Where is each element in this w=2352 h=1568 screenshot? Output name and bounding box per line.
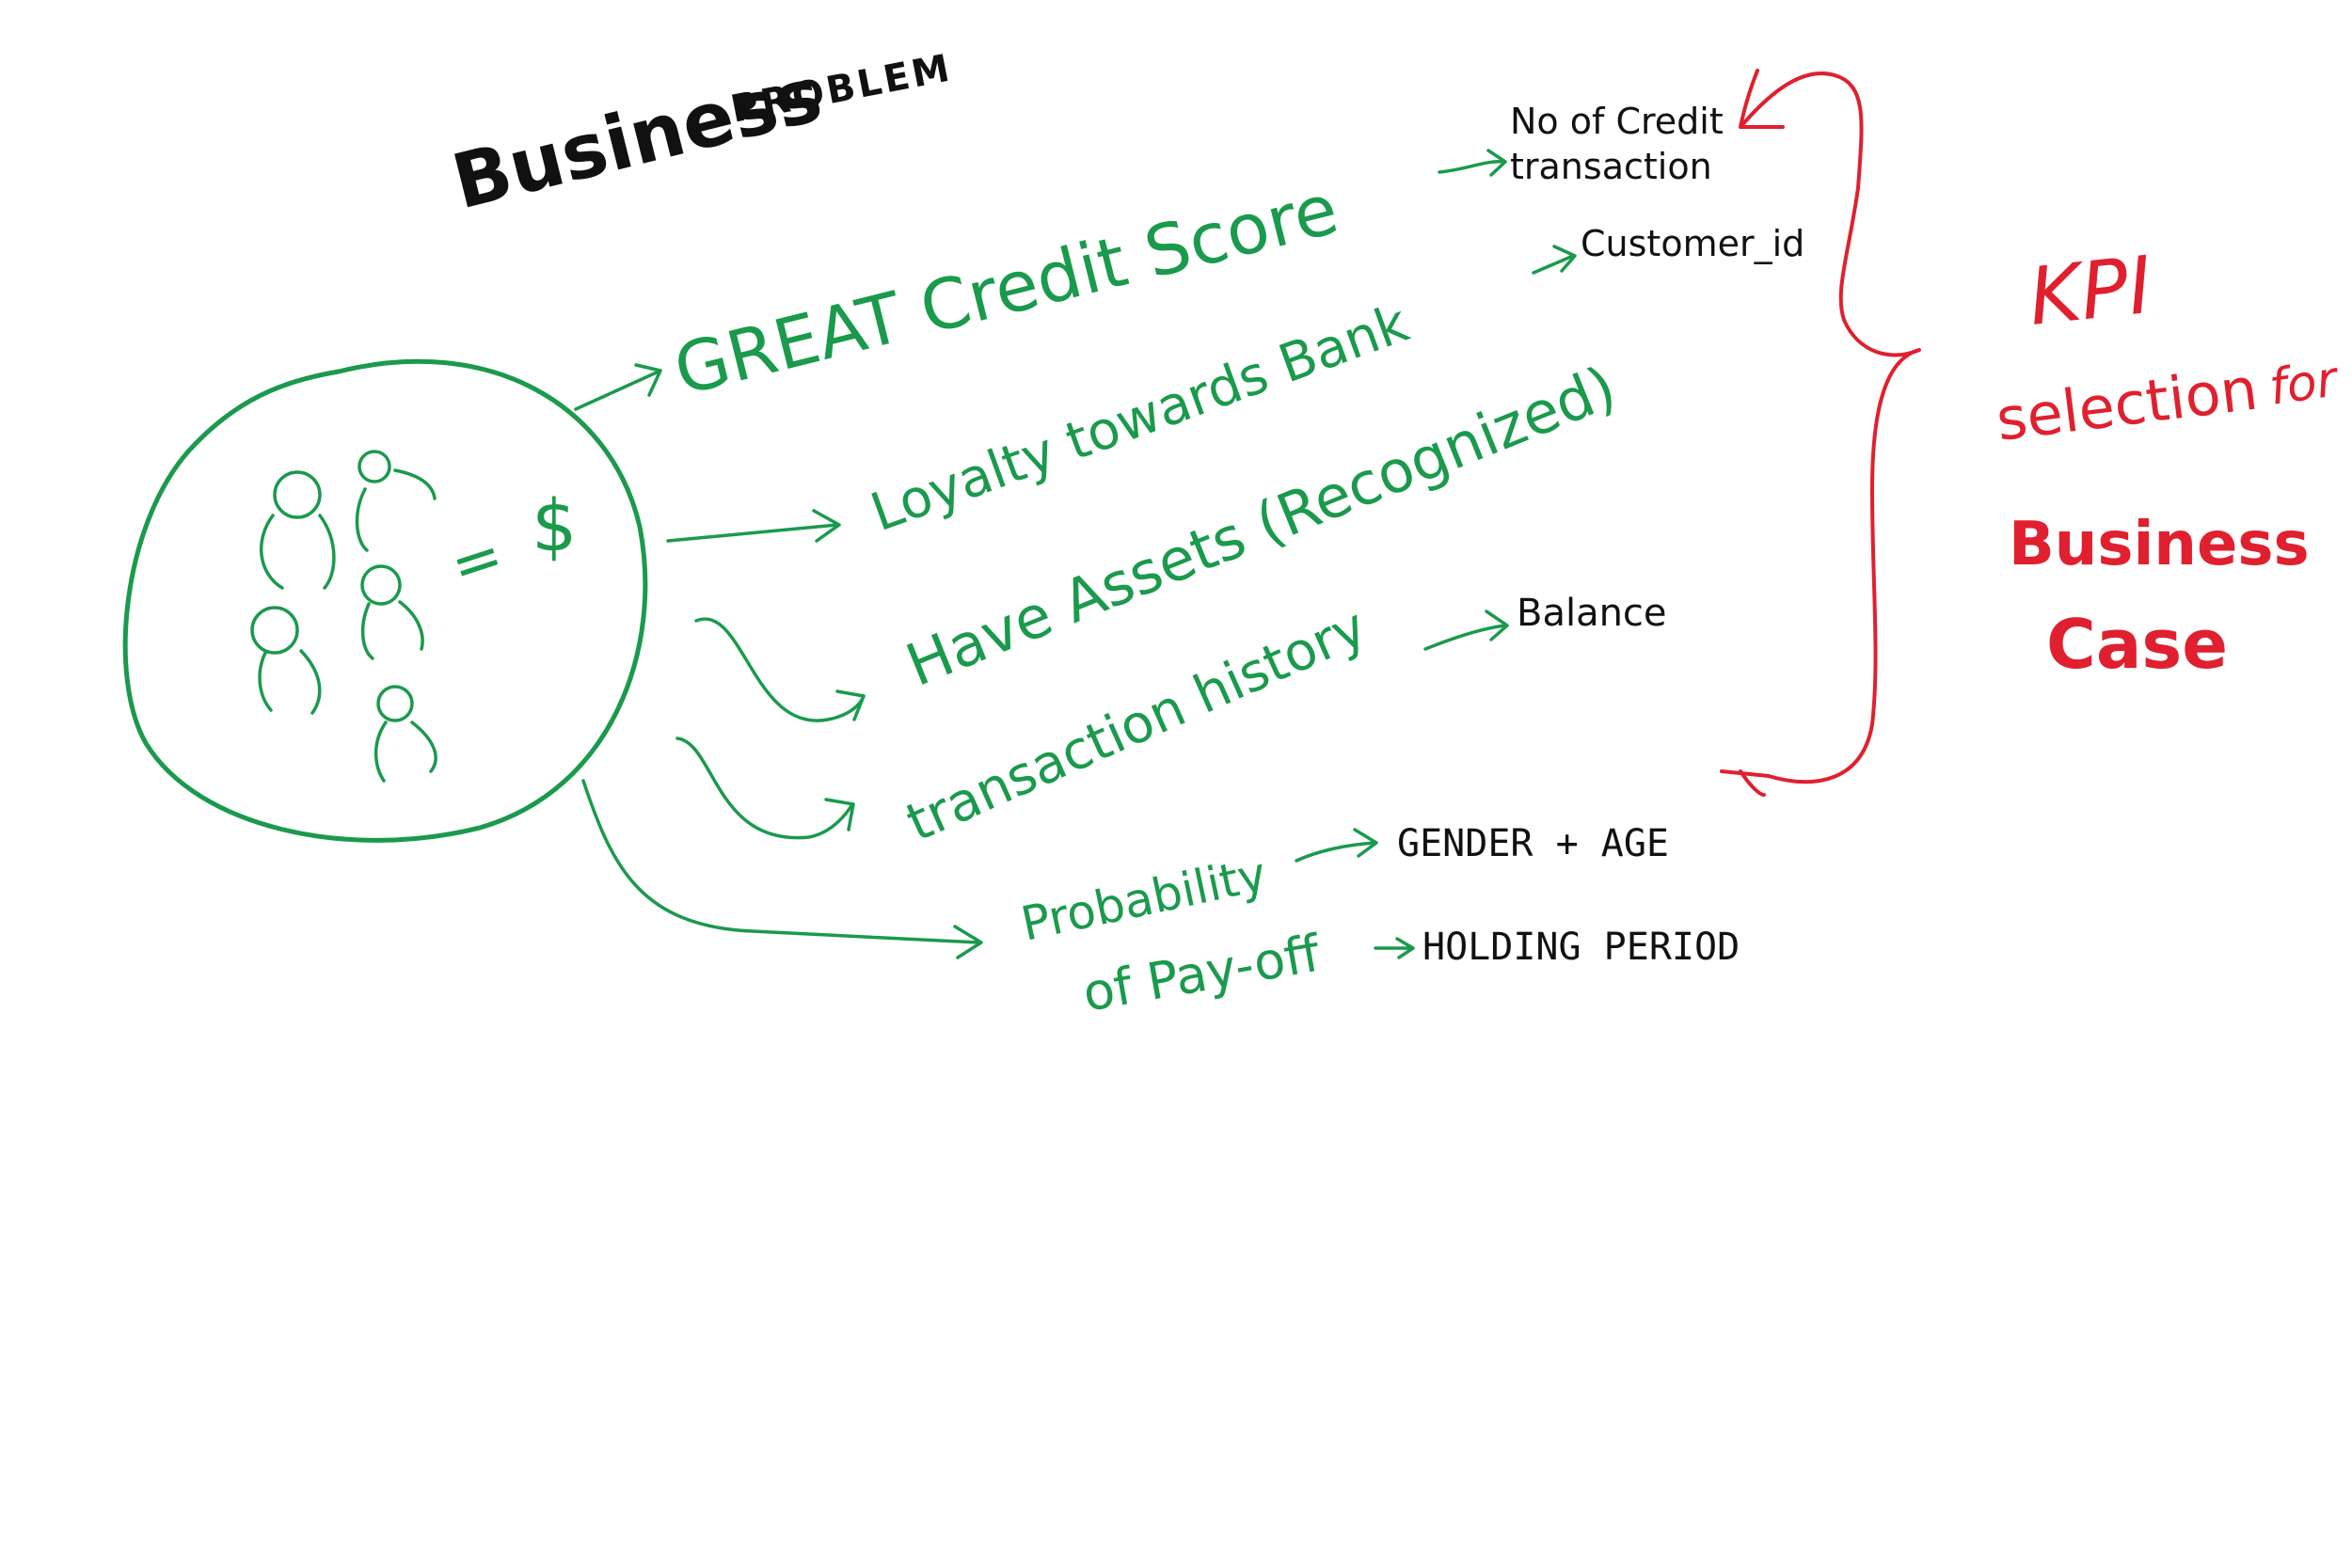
arrow-to-loyalty — [666, 523, 839, 543]
title-problem: PROBLEM — [727, 46, 956, 132]
customers-circle — [122, 358, 648, 843]
kpi-label-line5: Case — [2046, 605, 2228, 684]
dollar-sign: $ — [532, 483, 577, 567]
brace-bottom-hook — [1720, 769, 1771, 797]
whiteboard-canvas: Business PROBLEM = $ GREAT Credit Score … — [122, 46, 2344, 1023]
kpi-customer-id: Customer_id — [1581, 223, 1804, 264]
branch-probability-line1: Probability — [1016, 847, 1271, 952]
kpi-label-line4: Business — [2009, 510, 2310, 579]
arrow-to-credit-score — [574, 370, 660, 411]
arrow-to-transaction-history — [675, 736, 854, 840]
brace-curve — [1739, 71, 1921, 784]
kpi-label-line2: selection — [1993, 354, 2261, 453]
people-icon — [250, 450, 437, 783]
kpi-credit-transactions-line2: transaction — [1510, 146, 1712, 187]
equals-sign: = — [442, 520, 512, 602]
customers-circle-group: = $ — [122, 358, 648, 843]
title-business: Business — [444, 51, 830, 227]
kpi-balance: Balance — [1517, 592, 1667, 635]
kpi-gender-age: GENDER + AGE — [1397, 822, 1669, 865]
arrow-to-assets — [694, 617, 866, 722]
kpi-label-line3: for — [2265, 351, 2344, 417]
kpi-credit-transactions-line1: No of Credit — [1510, 101, 1724, 142]
kpi-holding-period: HOLDING PERIOD — [1422, 926, 1740, 969]
business-problem-title: Business PROBLEM — [444, 46, 956, 226]
branch-probability-line2: of Pay-off — [1078, 923, 1326, 1022]
kpi-brace — [1720, 69, 1921, 797]
kpi-label-line1: KPI — [2025, 239, 2156, 343]
kpi-selection-label: KPI selection for Business Case — [1993, 239, 2344, 684]
